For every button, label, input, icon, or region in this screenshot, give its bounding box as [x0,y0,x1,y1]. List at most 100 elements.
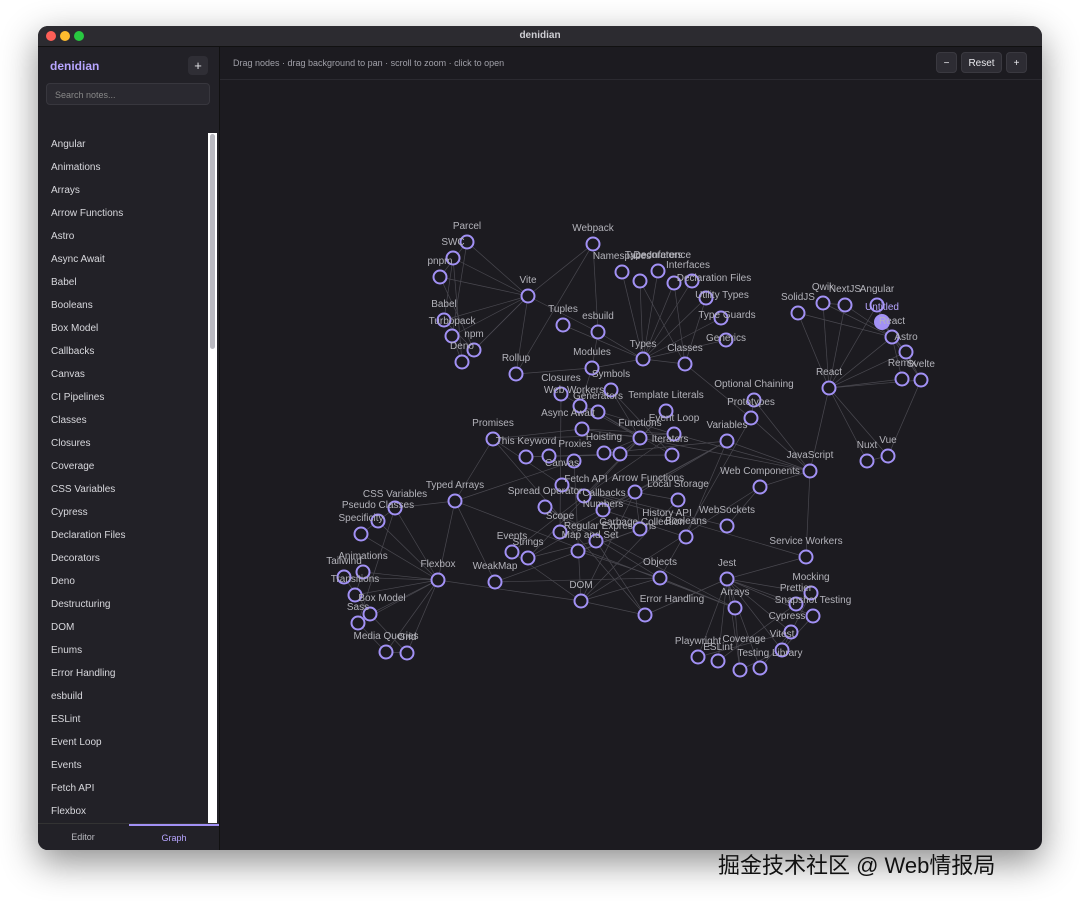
graph-node-circle[interactable] [805,608,821,624]
graph-node-weakmap[interactable]: WeakMap [473,561,518,590]
graph-node-variables[interactable]: Variables [707,420,748,449]
graph-node-webcomponents[interactable]: Web Components [720,466,800,495]
graph-node-label: SolidJS [781,292,815,303]
graph-node-circle[interactable] [508,366,524,382]
graph-node-circle[interactable] [859,453,875,469]
graph-node-label: Jest [718,558,737,569]
graph-node-circle[interactable] [627,484,643,500]
knowledge-graph[interactable]: Parcel SWC pnpm Babel Turbopack npmDeno Vite Ro… [0,0,1080,901]
graph-node-dom[interactable]: DOM [569,580,593,609]
graph-node-circle[interactable] [520,288,536,304]
graph-node-circle[interactable] [898,344,914,360]
graph-node-circle[interactable] [837,297,853,313]
graph-node-circle[interactable] [732,662,748,678]
graph-node-circle[interactable] [454,354,470,370]
graph-node-booleans[interactable]: Booleans [665,516,707,545]
graph-node-label: Typed Arrays [426,480,484,491]
graph-node-rollup[interactable]: Rollup [502,353,531,382]
graph-node-circle[interactable] [677,356,693,372]
graph-node-circle[interactable] [570,543,586,559]
graph-node-circle[interactable] [632,430,648,446]
graph-node-circle[interactable] [727,600,743,616]
graph-node-circle[interactable] [518,449,534,465]
graph-node-generics[interactable]: Generics [706,332,746,348]
graph-node-classes[interactable]: Classes [667,343,703,372]
graph-node-circle[interactable] [790,305,806,321]
graph-node-circle[interactable] [815,295,831,311]
graph-node-circle[interactable] [719,571,735,587]
graph-node-circle[interactable] [399,645,415,661]
graph-node-circle[interactable] [821,380,837,396]
graph-node-circle[interactable] [719,518,735,534]
graph-node-solidjs[interactable]: SolidJS [781,292,815,321]
graph-node-circle[interactable] [752,479,768,495]
graph-node-circle[interactable] [614,264,630,280]
graph-edge [452,257,529,297]
graph-node-circle[interactable] [798,549,814,565]
graph-node-circle[interactable] [487,574,503,590]
graph-node-typeguards[interactable]: Type Guards [698,310,756,326]
graph-node-circle[interactable] [637,607,653,623]
graph-node-label: Vue [879,435,897,446]
graph-node-circle[interactable] [635,351,651,367]
graph-node-nuxt[interactable]: Nuxt [857,440,878,469]
graph-node-label: Rollup [502,353,531,364]
graph-node-circle[interactable] [913,372,929,388]
graph-node-label: Optional Chaining [714,379,794,390]
graph-node-declfiles[interactable]: Declaration Files [677,273,751,289]
graph-node-nextjs[interactable]: NextJS [829,284,862,313]
graph-node-webpack[interactable]: Webpack [572,223,615,252]
graph-node-circle[interactable] [353,526,369,542]
graph-edge [437,579,582,602]
graph-node-circle[interactable] [555,317,571,333]
graph-node-svelte[interactable]: Svelte [907,359,935,388]
graph-node-label: Turbopack [429,316,477,327]
graph-node-circle[interactable] [447,493,463,509]
graph-node-circle[interactable] [596,445,612,461]
graph-node-circle[interactable] [432,269,448,285]
graph-edge [828,336,893,389]
graph-node-circle[interactable] [894,371,910,387]
graph-node-localstorage[interactable]: Local Storage [647,479,709,508]
graph-node-circle[interactable] [520,550,536,566]
graph-node-circle[interactable] [719,433,735,449]
graph-node-jest[interactable]: Jest [718,558,737,587]
graph-node-circle[interactable] [612,446,628,462]
graph-node-errorhandling[interactable]: Error Handling [637,594,705,623]
graph-node-label: Sass [347,602,369,613]
graph-node-label: DOM [569,580,592,591]
graph-edge [527,243,594,297]
graph-node-websockets[interactable]: WebSockets [699,505,755,534]
graph-node-label: Type Guards [698,310,755,321]
graph-node-circle[interactable] [590,324,606,340]
graph-node-pnpm[interactable]: pnpm [427,256,453,285]
graph-node-circle[interactable] [802,463,818,479]
graph-node-esbuild[interactable]: esbuild [582,311,614,340]
graph-node-circle[interactable] [710,653,726,669]
graph-node-circle[interactable] [585,236,601,252]
graph-node-label: Vite [519,275,536,286]
graph-node-circle[interactable] [378,644,394,660]
graph-node-tuples[interactable]: Tuples [548,304,578,333]
graph-node-vite[interactable]: Vite [519,275,537,304]
graph-node-circle[interactable] [678,529,694,545]
graph-node-circle[interactable] [350,615,366,631]
graph-node-circle[interactable] [430,572,446,588]
graph-node-spreadoperator[interactable]: Spread Operator [508,486,583,515]
graph-node-circle[interactable] [650,263,666,279]
graph-node-types[interactable]: Types [630,339,657,367]
graph-node-circle[interactable] [880,448,896,464]
graph-node-circle[interactable] [752,660,768,676]
graph-node-label: Callbacks [582,488,625,499]
graph-node-utilitytypes[interactable]: Utility Types [695,290,749,306]
graph-node-circle[interactable] [632,273,648,289]
graph-node-circle[interactable] [670,492,686,508]
graph-node-eslint[interactable]: ESLint [703,642,733,669]
graph-node-label: Classes [667,343,703,354]
graph-node-circle[interactable] [573,593,589,609]
graph-node-numbers[interactable]: Numbers [583,499,624,518]
graph-node-circle[interactable] [652,570,668,586]
graph-node-label: JavaScript [787,450,834,461]
graph-node-label: Snapshot Testing [775,595,852,606]
graph-node-circle[interactable] [664,447,680,463]
